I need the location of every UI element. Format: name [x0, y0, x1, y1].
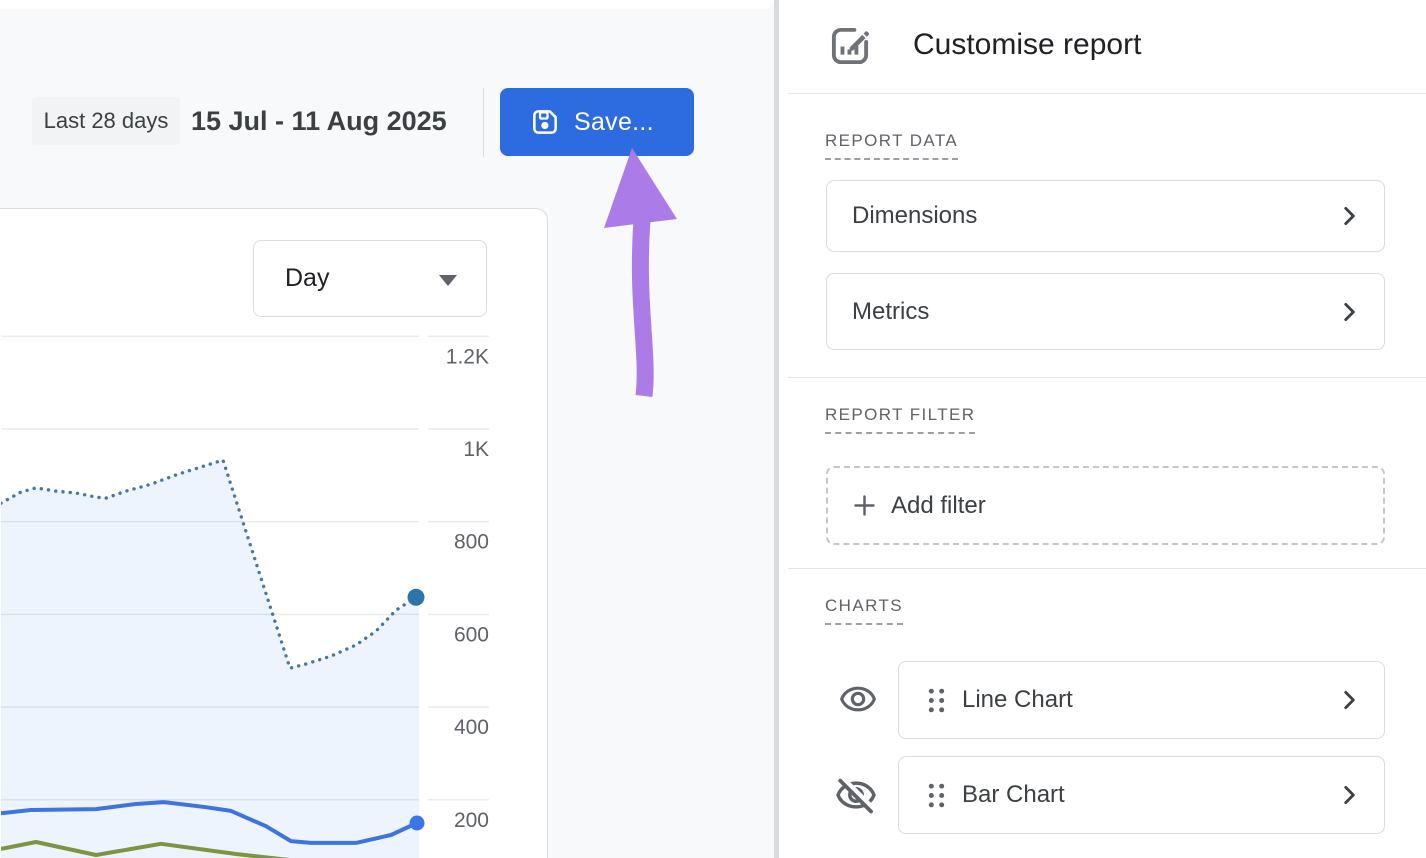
- line-chart-card: Day 1.2K1K800600400200: [0, 208, 548, 858]
- date-range-label[interactable]: 15 Jul - 11 Aug 2025: [191, 97, 447, 145]
- drag-handle-icon[interactable]: [927, 781, 946, 810]
- save-button[interactable]: Save...: [500, 88, 694, 156]
- bar-chart-row[interactable]: Bar Chart: [898, 756, 1385, 834]
- line-chart-svg[interactable]: 1.2K 1K 800 600 400 200: [1, 209, 548, 858]
- chevron-right-icon: [1336, 687, 1362, 713]
- svg-text:1.2K: 1.2K: [446, 345, 489, 368]
- svg-text:200: 200: [454, 809, 489, 832]
- svg-text:800: 800: [454, 531, 489, 554]
- edit-chart-icon: [828, 24, 872, 68]
- dimensions-row[interactable]: Dimensions: [826, 180, 1385, 252]
- row-label: Dimensions: [852, 202, 977, 230]
- section-heading-charts: CHARTS: [825, 596, 903, 625]
- chevron-right-icon: [1336, 782, 1362, 808]
- row-label: Metrics: [852, 298, 929, 326]
- customise-report-panel: Customise report REPORT DATA Dimensions …: [779, 0, 1426, 858]
- visibility-off-icon[interactable]: [834, 773, 878, 817]
- add-filter-label: Add filter: [891, 492, 986, 520]
- add-filter-button[interactable]: Add filter: [826, 466, 1385, 545]
- chevron-right-icon: [1336, 203, 1362, 229]
- svg-text:1K: 1K: [463, 438, 489, 461]
- app-root: Last 28 days 15 Jul - 11 Aug 2025 Save..…: [0, 0, 1426, 858]
- annotation-arrow: [590, 138, 700, 408]
- section-divider: [788, 568, 1426, 569]
- plus-icon: [851, 492, 878, 519]
- metrics-row[interactable]: Metrics: [826, 273, 1385, 350]
- section-heading-report-data: REPORT DATA: [825, 131, 958, 160]
- chevron-right-icon: [1336, 299, 1362, 325]
- toolbar-divider: [483, 88, 484, 157]
- visibility-on-icon[interactable]: [836, 678, 880, 722]
- save-icon: [529, 106, 561, 138]
- save-button-label: Save...: [574, 108, 654, 137]
- drag-handle-icon[interactable]: [927, 686, 946, 715]
- section-divider: [788, 377, 1426, 378]
- section-heading-report-filter: REPORT FILTER: [825, 405, 975, 434]
- date-range-chip[interactable]: Last 28 days: [32, 97, 180, 145]
- panel-title: Customise report: [913, 28, 1141, 62]
- svg-text:400: 400: [454, 716, 489, 739]
- header-divider: [788, 93, 1426, 94]
- row-label: Line Chart: [962, 686, 1073, 714]
- header-edge: [0, 0, 774, 9]
- line-chart-row[interactable]: Line Chart: [898, 661, 1385, 739]
- row-label: Bar Chart: [962, 781, 1065, 809]
- svg-text:600: 600: [454, 623, 489, 646]
